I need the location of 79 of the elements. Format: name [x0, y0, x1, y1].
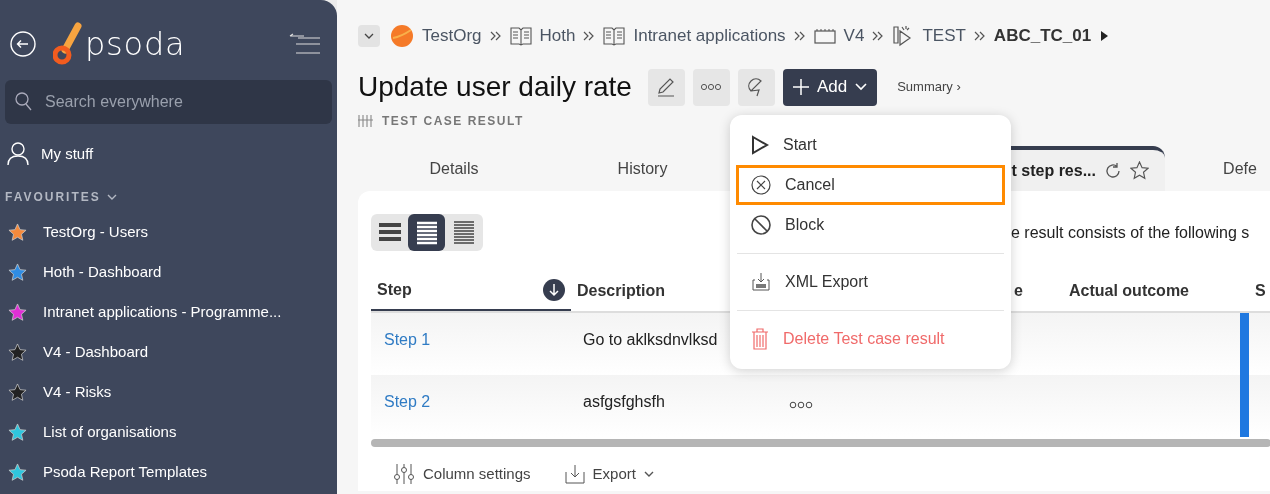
favourite-link[interactable]: V4 - Risks	[0, 372, 337, 412]
column-header[interactable]: e	[1014, 279, 1023, 303]
breadcrumb-link[interactable]: TEST	[922, 23, 966, 49]
menu-item[interactable]: Cancel	[736, 165, 1005, 205]
separator-icon	[489, 31, 502, 41]
menu-item[interactable]: Start	[736, 125, 1005, 165]
table-cell: asfgsfghsfh	[583, 393, 665, 410]
menu-item[interactable]: XML Export	[736, 262, 1005, 302]
sliders-icon	[393, 463, 415, 486]
more-icon	[700, 83, 723, 91]
separator-icon	[793, 31, 806, 41]
separator-icon	[973, 31, 986, 41]
back-icon[interactable]	[9, 30, 37, 58]
caret-icon	[643, 470, 654, 478]
table-cell: Go to aklksdnvlksd	[583, 331, 718, 348]
page-title: Update user daily rate	[358, 70, 632, 104]
export-button[interactable]: Export	[564, 463, 654, 486]
step-link[interactable]: Step 2	[384, 393, 431, 410]
search-field[interactable]: Search everywhere	[5, 80, 332, 124]
add-button[interactable]: Add	[782, 68, 878, 106]
status-bar	[1240, 375, 1249, 437]
step-link[interactable]: Step 1	[384, 331, 431, 348]
more-button[interactable]	[692, 68, 730, 106]
breadcrumb-link[interactable]: Intranet applications	[633, 23, 786, 49]
breadcrumb-link[interactable]: TestOrg	[422, 23, 482, 49]
play-icon[interactable]	[1099, 30, 1110, 42]
breadcrumb-link[interactable]: Hoth	[539, 23, 576, 49]
caret-icon	[855, 83, 868, 91]
status-bar	[1240, 313, 1249, 375]
more-icon[interactable]	[789, 401, 813, 409]
view-mode-button[interactable]	[408, 214, 445, 251]
tab[interactable]: Defe	[1165, 146, 1270, 191]
menu-item[interactable]: Block	[736, 205, 1005, 245]
plus-icon	[792, 79, 809, 95]
edit-button[interactable]	[647, 68, 685, 106]
intro-text: e result consists of the following s	[1011, 222, 1250, 243]
trash-icon	[751, 328, 769, 350]
notification-button[interactable]	[737, 68, 775, 106]
summary-link[interactable]: Summary ›	[897, 77, 961, 97]
breadcrumb-link[interactable]: V4	[843, 23, 865, 49]
caret-icon	[364, 33, 374, 39]
book-icon	[509, 26, 532, 46]
collapse-menu-icon[interactable]	[288, 33, 322, 55]
download-icon	[564, 464, 585, 485]
refresh-icon[interactable]	[1104, 161, 1122, 180]
column-header[interactable]: Step	[377, 278, 412, 302]
block-icon	[751, 215, 771, 235]
breadcrumb-link[interactable]: ABC_TC_01	[993, 23, 1092, 49]
user-icon	[7, 142, 29, 166]
separator-icon	[872, 31, 885, 41]
column-header[interactable]: S	[1255, 279, 1266, 303]
breadcrumb-dropdown[interactable]	[358, 25, 380, 47]
record-type: TEST CASE RESULT	[382, 113, 524, 130]
logo[interactable]: psoda	[53, 20, 186, 68]
favourite-link[interactable]: V4 - Dashboard	[0, 332, 337, 372]
cancel-icon	[751, 175, 771, 195]
search-icon	[15, 92, 33, 112]
book-icon	[603, 26, 626, 46]
logo-icon	[53, 22, 83, 66]
star-icon[interactable]	[1130, 161, 1149, 180]
favourites-toggle[interactable]: FAVOURITES	[0, 188, 122, 206]
xml-download-icon	[751, 272, 771, 292]
play-icon	[751, 135, 769, 155]
favourite-link[interactable]: Psoda Report Templates	[0, 452, 337, 492]
column-header[interactable]: Description	[577, 279, 665, 303]
test-case-icon	[358, 115, 374, 127]
favourite-link[interactable]: Hoth - Dashboard	[0, 252, 337, 292]
org-logo-icon	[390, 24, 414, 48]
board-icon	[813, 28, 836, 44]
my-stuff-link[interactable]: My stuff	[41, 142, 94, 166]
separator-icon	[583, 31, 596, 41]
favourite-link[interactable]: TestOrg - Users	[0, 212, 337, 252]
column-settings-button[interactable]: Column settings	[393, 463, 531, 486]
tab[interactable]: Details	[358, 146, 550, 191]
favourite-link[interactable]: Intranet applications - Programme...	[0, 292, 337, 332]
horizontal-scrollbar[interactable]	[371, 439, 1270, 447]
sort-descending-icon[interactable]	[543, 279, 565, 301]
column-header[interactable]: Actual outcome	[1069, 279, 1189, 303]
favourite-link[interactable]: List of organisations	[0, 412, 337, 452]
